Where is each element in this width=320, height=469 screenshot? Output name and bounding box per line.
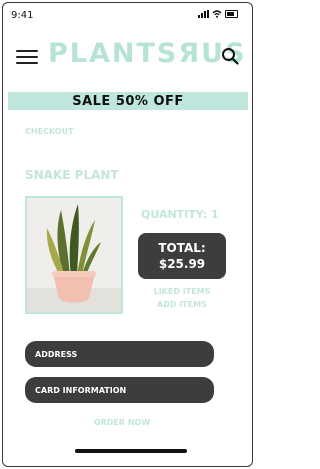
signal-icon (198, 10, 209, 18)
total-value: $25.99 (158, 257, 206, 271)
total-box: TOTAL: $25.99 (138, 233, 226, 279)
checkout-heading: CHECKOUT (25, 127, 74, 136)
total-label: TOTAL: (158, 241, 206, 255)
home-indicator (75, 449, 187, 453)
status-icons (198, 10, 238, 18)
product-title: SNAKE PLANT (25, 168, 119, 182)
brand-logo: PLANTSЯUS (48, 38, 247, 69)
wifi-icon (212, 10, 222, 18)
product-image (25, 196, 123, 314)
search-icon[interactable] (221, 47, 239, 65)
battery-icon (225, 10, 238, 18)
quantity-label: QUANTITY: 1 (141, 208, 219, 221)
address-button[interactable]: ADDRESS (25, 341, 214, 367)
snake-plant-icon (27, 204, 121, 312)
status-time: 9:41 (11, 10, 34, 21)
order-now-button[interactable]: ORDER NOW (80, 418, 164, 427)
add-items-link[interactable]: ADD ITEMS (140, 300, 224, 309)
card-information-button[interactable]: CARD INFORMATION (25, 377, 214, 403)
sale-banner: SALE 50% OFF (8, 92, 248, 110)
liked-items-link[interactable]: LIKED ITEMS (140, 287, 224, 296)
hamburger-menu-icon[interactable] (16, 50, 38, 64)
